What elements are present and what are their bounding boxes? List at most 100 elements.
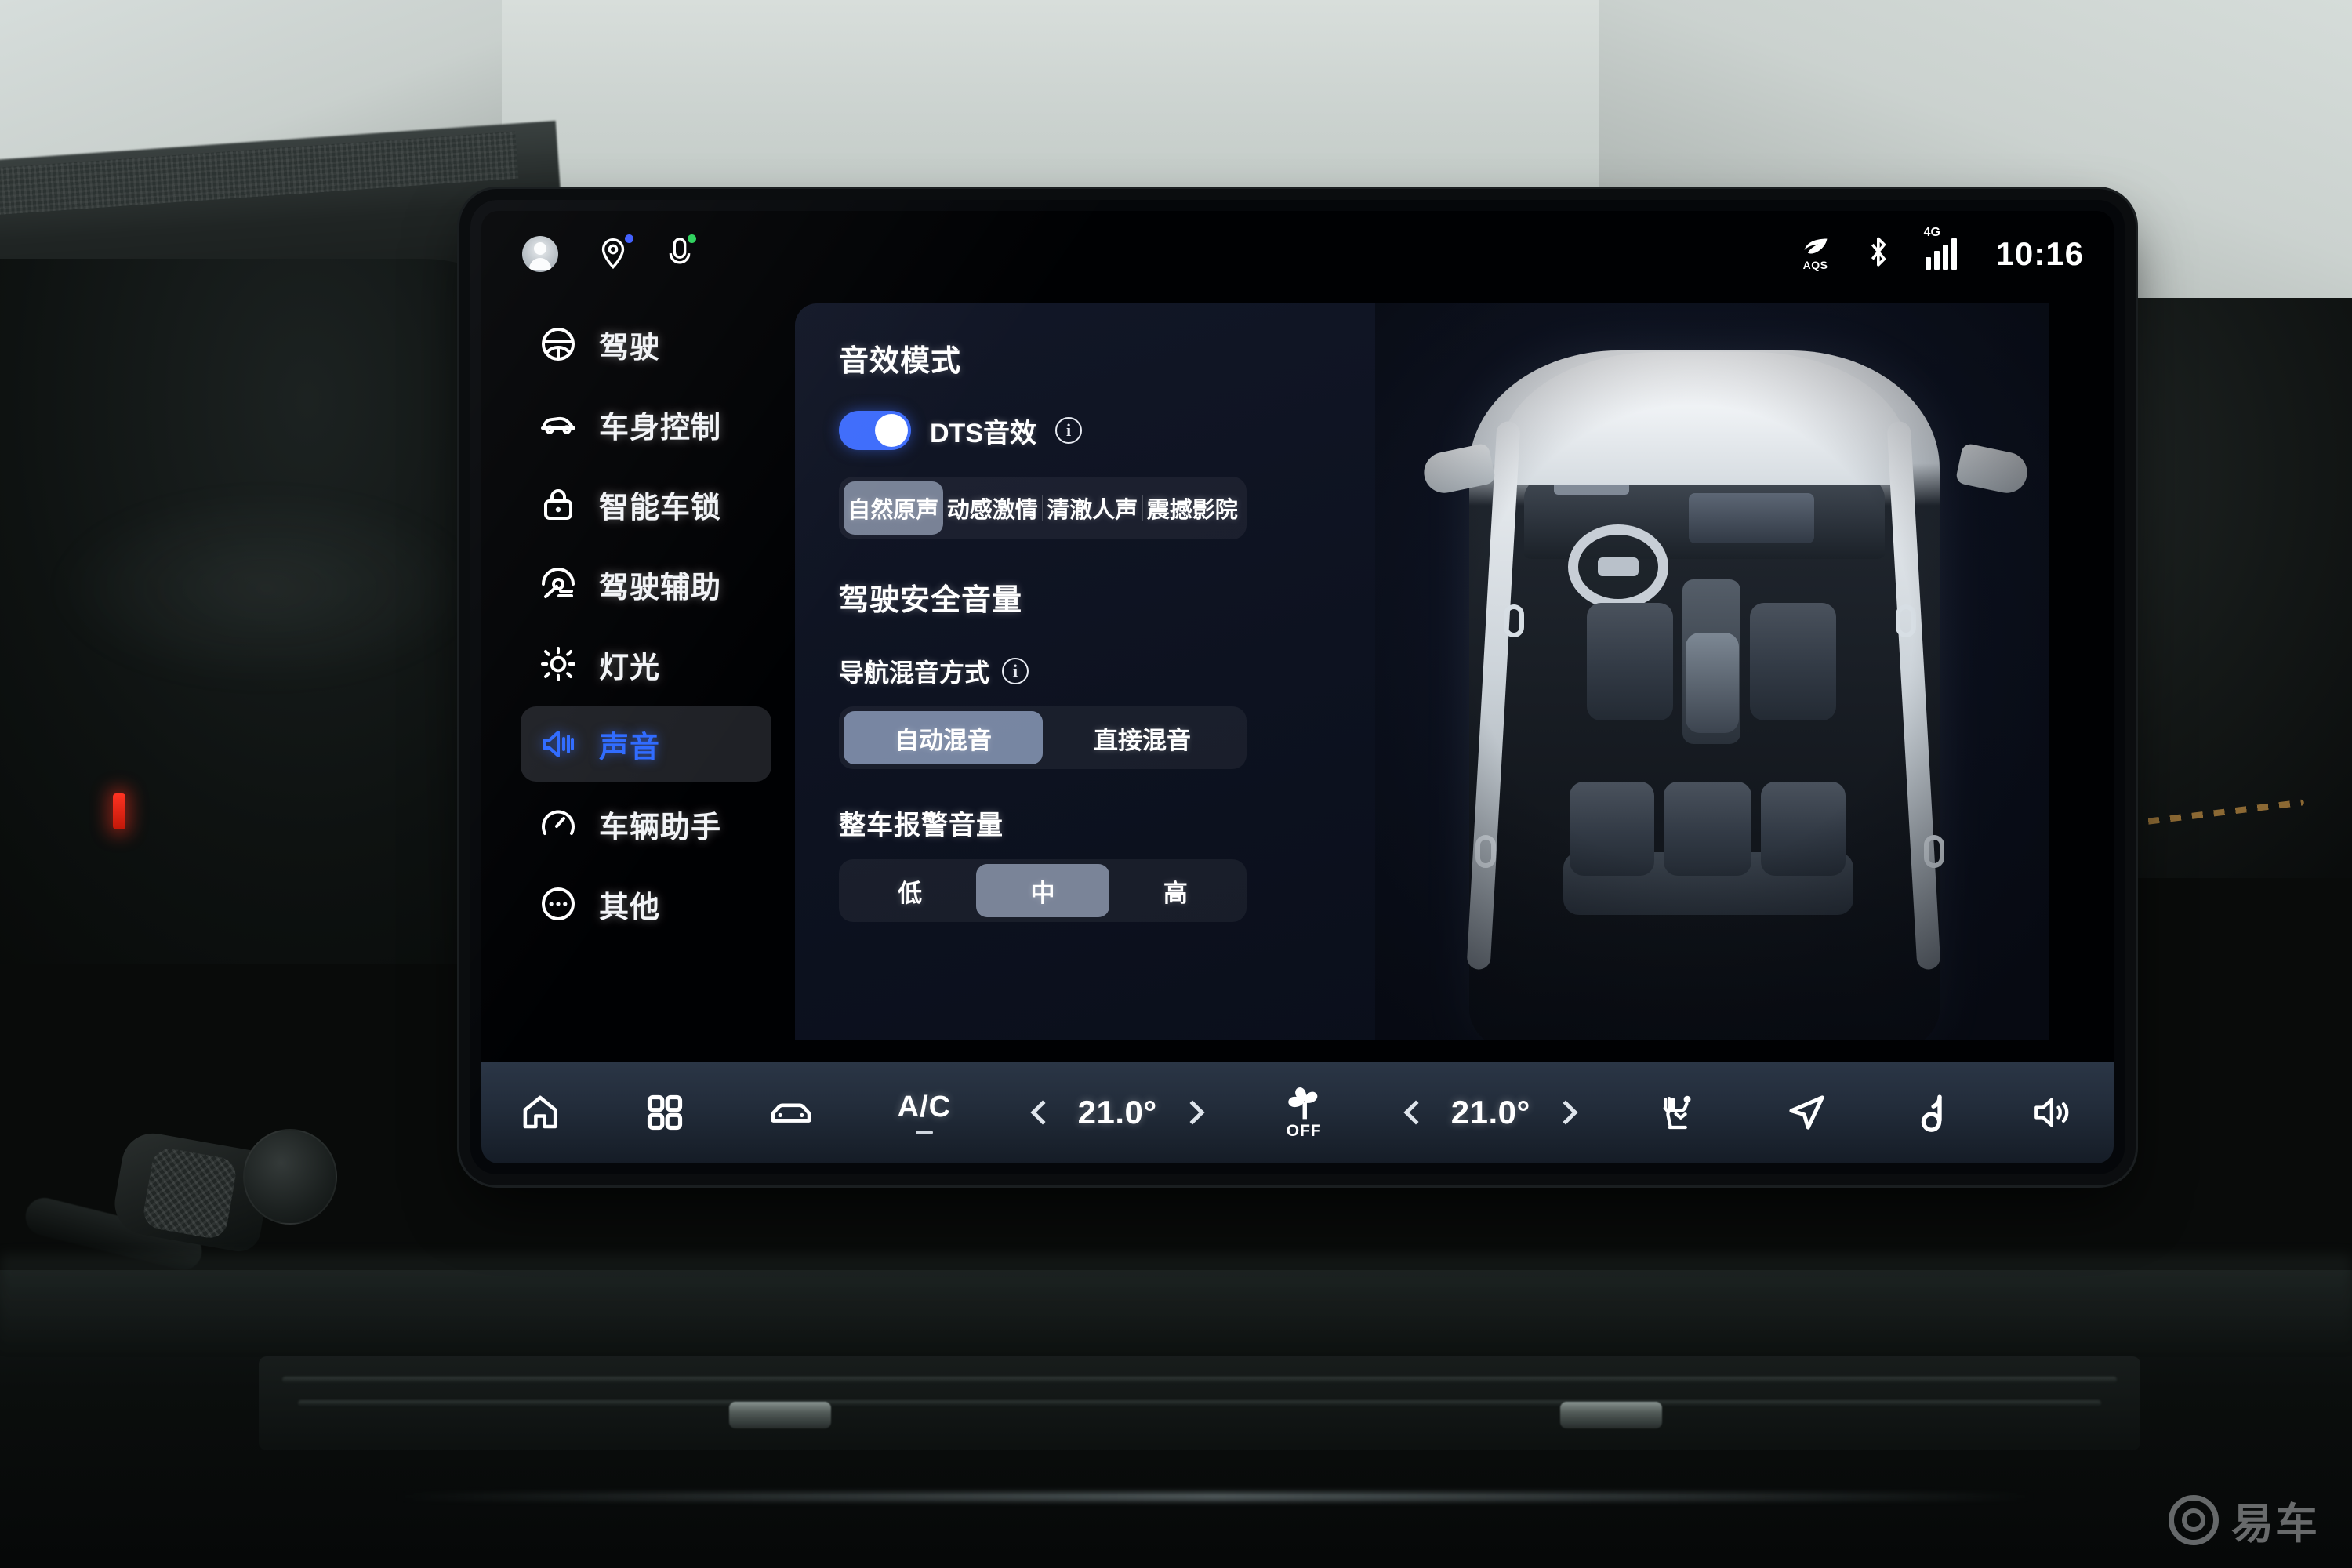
- sound-mode-option-vocal[interactable]: 清澈人声: [1043, 481, 1142, 535]
- vehicle-door-handle: [1924, 835, 1944, 868]
- avatar[interactable]: [522, 236, 558, 272]
- alarm-volume-segmented-control: 低 中 高: [839, 859, 1247, 922]
- vehicle-door-handle: [1504, 604, 1524, 637]
- ambient-light-strip: [392, 1493, 2038, 1501]
- nav-mix-label-row: 导航混音方式 i: [839, 653, 1294, 689]
- chevron-left-icon[interactable]: [1030, 1100, 1055, 1125]
- alarm-volume-option-low[interactable]: 低: [844, 864, 976, 917]
- home-icon[interactable]: [519, 1091, 561, 1134]
- sidebar-item-sound[interactable]: 声音: [521, 706, 771, 782]
- nav-mix-segmented-control: 自动混音 直接混音: [839, 706, 1247, 769]
- sound-settings-panel: 音效模式 DTS音效 i 自然原声 动感激情 清澈人声 震撼影院 驾驶安全音量 …: [795, 303, 2049, 1040]
- settings-sidebar: 驾驶 车身控制 智能车锁 驾驶辅助 灯光 声音 车辆助手 其他: [481, 297, 795, 1062]
- ellipsis-circle-icon: [539, 885, 577, 923]
- vent-slat: [298, 1400, 2101, 1406]
- vehicle-door-handle: [1475, 835, 1496, 868]
- clock: 10:16: [1995, 235, 2084, 272]
- console-chrome-accent: [729, 1402, 831, 1428]
- microphone-badge-dot: [688, 234, 696, 243]
- sidebar-item-label: 灯光: [599, 651, 661, 684]
- sidebar-item-smart-lock[interactable]: 智能车锁: [521, 466, 771, 542]
- watermark: 易车: [2169, 1489, 2319, 1551]
- speaker-icon: [539, 725, 577, 763]
- aqs-label: AQS: [1802, 258, 1828, 271]
- navigation-arrow-icon[interactable]: [1785, 1091, 1828, 1134]
- vehicle-seat-rear-left: [1570, 782, 1654, 876]
- sidebar-item-driving[interactable]: 驾驶: [521, 307, 771, 382]
- infotainment-head-unit: AQS 4G 10:16 驾驶 车身控制 智能车锁 驾驶辅助 灯光 声音 车辆助…: [470, 200, 2125, 1174]
- info-icon[interactable]: i: [1002, 658, 1029, 684]
- dts-toggle-row: DTS音效 i: [839, 411, 1294, 450]
- music-note-icon[interactable]: [1910, 1091, 1947, 1134]
- ac-label: A/C: [897, 1091, 952, 1123]
- sidebar-item-label: 驾驶: [599, 331, 661, 365]
- sidebar-item-body-control[interactable]: 车身控制: [521, 387, 771, 462]
- fan-status-label: OFF: [1286, 1122, 1322, 1140]
- info-icon[interactable]: i: [1055, 417, 1082, 444]
- car-side-icon: [539, 405, 577, 443]
- chevron-left-icon[interactable]: [1403, 1100, 1428, 1125]
- signal-strength-icon: 4G: [1924, 226, 1957, 270]
- lock-icon: [539, 485, 577, 523]
- sidebar-item-driver-assist[interactable]: 驾驶辅助: [521, 546, 771, 622]
- vehicle-center-screen: [1689, 493, 1814, 543]
- vehicle-top-down-render[interactable]: [1375, 303, 2049, 1040]
- sound-mode-title: 音效模式: [839, 345, 962, 378]
- location-pin-icon[interactable]: [597, 234, 633, 271]
- alarm-volume-option-high[interactable]: 高: [1109, 864, 1242, 917]
- light-sun-icon: [539, 645, 577, 683]
- wiper-stalk-knurled-ring: [140, 1145, 239, 1241]
- seat-airflow-icon[interactable]: [1657, 1091, 1702, 1134]
- microphone-icon[interactable]: [668, 234, 696, 271]
- temperature-control-right: 21.0°: [1403, 1094, 1578, 1131]
- sidebar-item-label: 其他: [599, 891, 661, 924]
- vent-slat: [282, 1377, 2117, 1383]
- temperature-control-left: 21.0°: [1030, 1094, 1205, 1131]
- alarm-volume-option-medium[interactable]: 中: [976, 864, 1109, 917]
- nav-mix-label: 导航混音方式: [839, 659, 990, 687]
- sidebar-item-vehicle-assistant[interactable]: 车辆助手: [521, 786, 771, 862]
- sound-mode-option-dynamic[interactable]: 动感激情: [943, 481, 1043, 535]
- sidebar-item-other[interactable]: 其他: [521, 866, 771, 942]
- watermark-text: 易车: [2231, 1501, 2319, 1548]
- bluetooth-icon[interactable]: [1866, 235, 1889, 274]
- wiper-stalk-end-cap: [243, 1129, 337, 1225]
- ac-button[interactable]: A/C: [898, 1091, 951, 1134]
- yiche-logo-icon: [2169, 1494, 2219, 1545]
- volume-icon[interactable]: [2031, 1092, 2076, 1133]
- sound-mode-segmented-control: 自然原声 动感激情 清澈人声 震撼影院: [839, 477, 1247, 539]
- chevron-right-icon[interactable]: [1180, 1100, 1205, 1125]
- dts-toggle-switch[interactable]: [839, 411, 911, 450]
- adas-icon: [539, 565, 577, 603]
- vehicle-armrest: [1686, 633, 1739, 733]
- screen-body: 驾驶 车身控制 智能车锁 驾驶辅助 灯光 声音 车辆助手 其他 音效模式 DTS…: [481, 297, 2114, 1062]
- sidebar-item-lights[interactable]: 灯光: [521, 626, 771, 702]
- vehicle-steering-wheel: [1568, 524, 1668, 609]
- fan-icon[interactable]: OFF: [1283, 1084, 1324, 1141]
- sidebar-item-label: 车身控制: [599, 411, 722, 445]
- console-ridge-highlight: [0, 1254, 2352, 1356]
- steering-wheel-icon: [539, 325, 577, 363]
- sidebar-item-label: 声音: [599, 731, 661, 764]
- vehicle-seat-rear-center: [1664, 782, 1751, 876]
- sidebar-item-label: 车辆助手: [599, 811, 722, 844]
- sound-mode-option-natural[interactable]: 自然原声: [844, 481, 943, 535]
- apps-grid-icon[interactable]: [644, 1092, 685, 1133]
- gauge-icon: [539, 805, 577, 843]
- vehicle-door-handle: [1896, 604, 1916, 637]
- safety-volume-title: 驾驶安全音量: [839, 584, 1023, 617]
- alarm-volume-title: 整车报警音量: [839, 811, 1004, 840]
- car-front-icon[interactable]: [768, 1091, 815, 1134]
- vehicle-seat-front-left: [1587, 603, 1673, 720]
- temp-right-value: 21.0°: [1450, 1094, 1530, 1131]
- infotainment-screen: AQS 4G 10:16 驾驶 车身控制 智能车锁 驾驶辅助 灯光 声音 车辆助…: [481, 211, 2114, 1163]
- sidebar-item-label: 驾驶辅助: [599, 571, 722, 604]
- nav-mix-option-auto[interactable]: 自动混音: [844, 711, 1043, 764]
- network-type-label: 4G: [1923, 226, 1940, 239]
- chevron-right-icon[interactable]: [1553, 1100, 1578, 1125]
- bottom-dock-bar: A/C 21.0° OFF 21.0°: [481, 1062, 2114, 1163]
- status-bar: AQS 4G 10:16: [481, 211, 2114, 297]
- nav-mix-option-direct[interactable]: 直接混音: [1043, 711, 1242, 764]
- sound-mode-option-cinema[interactable]: 震撼影院: [1143, 481, 1243, 535]
- red-indicator-light: [113, 793, 125, 829]
